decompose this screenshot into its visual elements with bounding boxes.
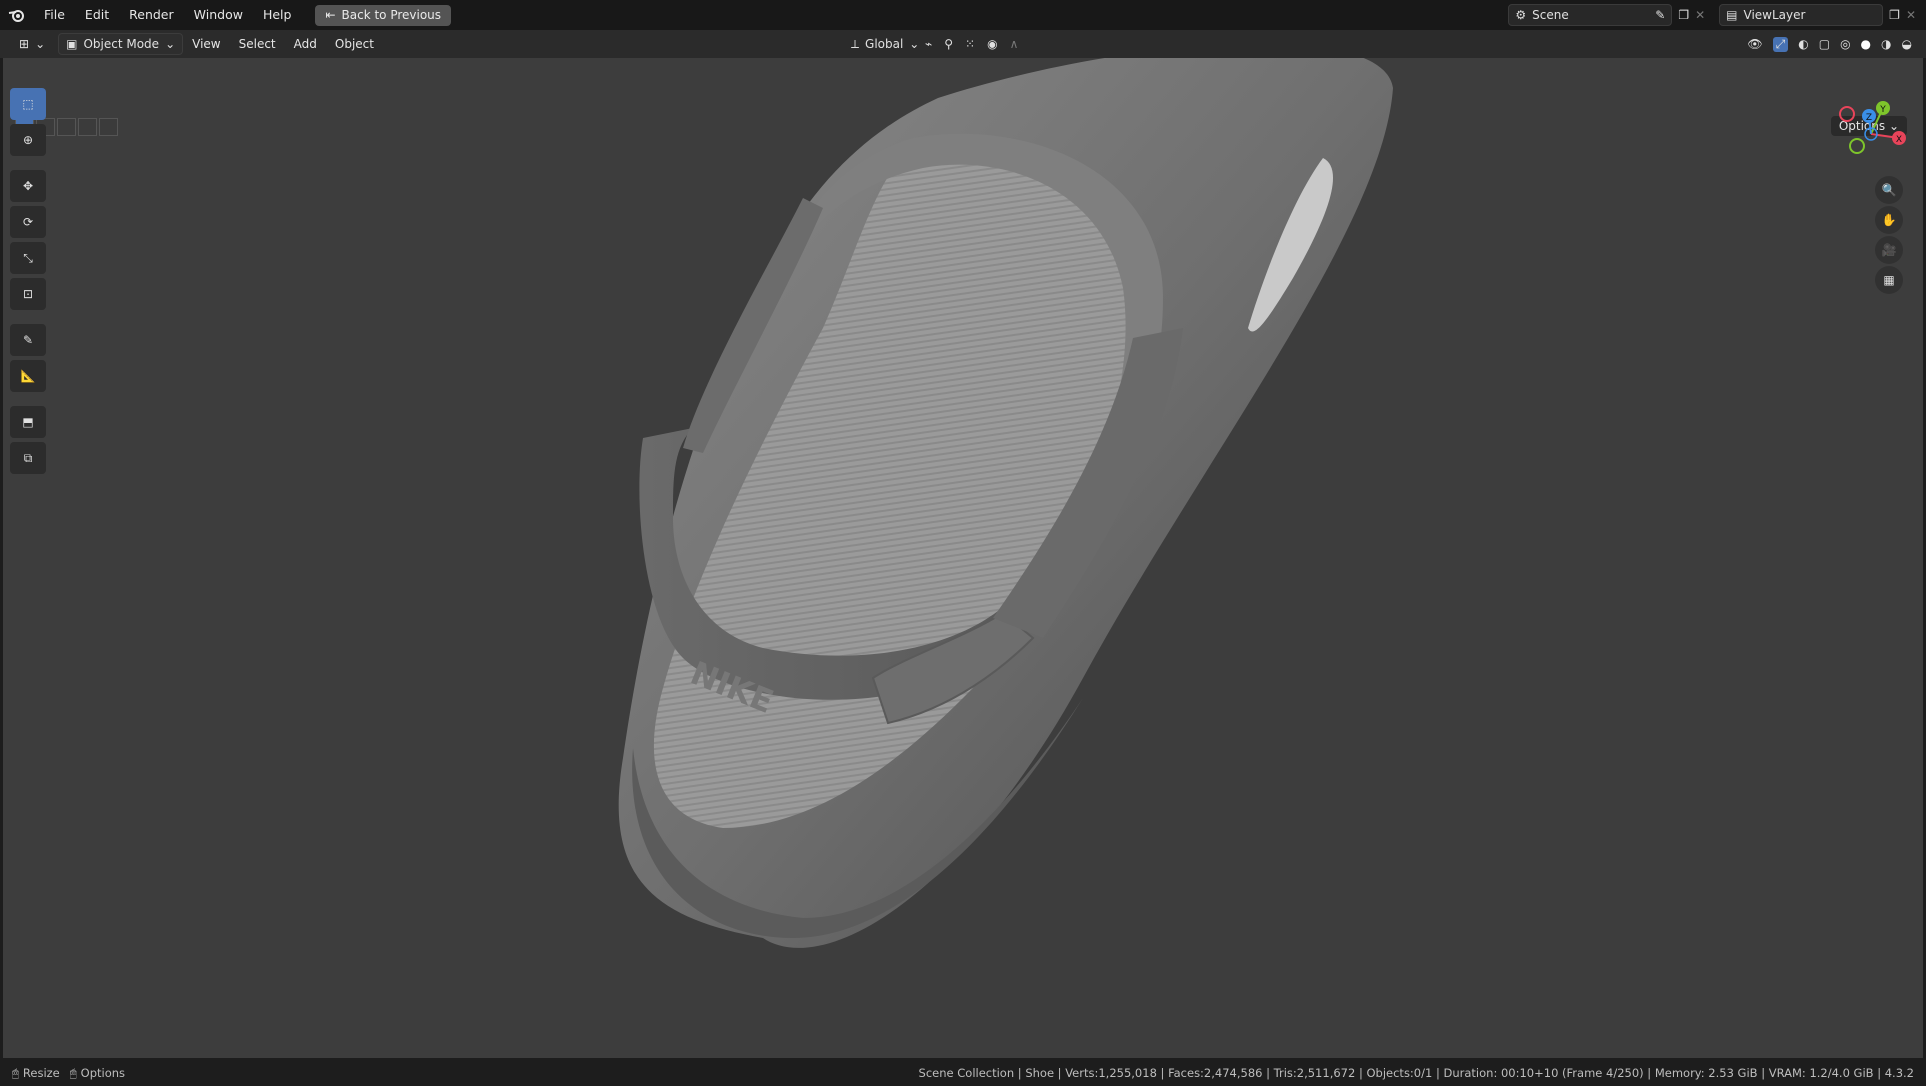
viewlayer-name: ViewLayer xyxy=(1743,8,1806,22)
orientation-icon: ⟂ xyxy=(851,36,860,51)
gizmo-x-label: X xyxy=(1896,135,1902,145)
chevron-down-icon: ⌄ xyxy=(35,37,46,51)
zoom-icon[interactable]: 🔍 xyxy=(1875,176,1903,204)
snapping-controls: ⌁ ⚲ ⁙ ◉ ∧ xyxy=(925,37,1018,51)
solid-shading-icon[interactable]: ● xyxy=(1861,37,1871,51)
top-menu-bar: File Edit Render Window Help ⇤ Back to P… xyxy=(0,0,1926,30)
perspective-grid-icon[interactable]: ▦ xyxy=(1875,266,1903,294)
camera-view-icon[interactable]: 🎥 xyxy=(1875,236,1903,264)
delete-scene-icon[interactable]: ✕ xyxy=(1695,8,1705,22)
gizmo-toggle-icon[interactable]: ⤢ xyxy=(1772,36,1789,52)
menu-help[interactable]: Help xyxy=(253,0,302,30)
pin-icon[interactable]: ✎ xyxy=(1655,8,1665,22)
new-scene-icon[interactable]: ❐ xyxy=(1678,8,1689,22)
xray-icon[interactable]: ▢ xyxy=(1819,37,1830,51)
gizmo-z-label: Z xyxy=(1866,113,1872,123)
mouse-icon: 🖱 xyxy=(69,1065,77,1080)
navigation-gizmo[interactable]: Y Z X xyxy=(1831,96,1911,166)
orientation-label: Global xyxy=(865,37,904,51)
shoe-model: NIKE xyxy=(618,58,1393,948)
transform-tool-icon[interactable]: ⊡ xyxy=(10,278,46,310)
menu-select[interactable]: Select xyxy=(230,30,285,58)
select-intersect-icon[interactable] xyxy=(99,118,118,136)
gizmo-y-label: Y xyxy=(1879,105,1886,115)
annotate-tool-icon[interactable]: ✎ xyxy=(10,324,46,356)
wireframe-shading-icon[interactable]: ◎ xyxy=(1840,37,1850,51)
status-bar: 🖱 Resize 🖱 Options Scene Collection | Sh… xyxy=(0,1060,1926,1086)
mouse-icon: 🖱 xyxy=(12,1065,19,1080)
shading-controls: 👁 ⤢ ◐ ▢ ◎ ● ◑ ◒ xyxy=(1747,36,1912,52)
add-cube-tool-icon[interactable]: ⬒ xyxy=(10,406,46,438)
overlay-icon[interactable]: ◐ xyxy=(1798,37,1808,51)
select-box-tool-icon[interactable]: ⬚ xyxy=(10,88,46,120)
back-icon: ⇤ xyxy=(325,7,336,22)
menu-edit[interactable]: Edit xyxy=(75,0,119,30)
pan-hand-icon[interactable]: ✋ xyxy=(1875,206,1903,234)
menu-render[interactable]: Render xyxy=(119,0,184,30)
snap-grid-icon[interactable]: ⁙ xyxy=(965,37,975,51)
snap-icon[interactable]: ⚲ xyxy=(944,37,953,51)
menu-window[interactable]: Window xyxy=(184,0,253,30)
scale-tool-icon[interactable]: ⤡ xyxy=(10,242,46,274)
falloff-icon[interactable]: ∧ xyxy=(1010,37,1019,51)
transform-orientation-dropdown[interactable]: ⟂ Global ⌄ xyxy=(844,34,926,54)
material-shading-icon[interactable]: ◑ xyxy=(1881,37,1891,51)
scene-name: Scene xyxy=(1532,8,1569,22)
select-invert-icon[interactable] xyxy=(78,118,97,136)
viewlayer-selector[interactable]: ▤ ViewLayer xyxy=(1719,4,1884,26)
editor-type-dropdown[interactable]: ⊞ ⌄ xyxy=(12,34,52,54)
back-to-previous-label: Back to Previous xyxy=(341,7,442,22)
scene-statistics: Scene Collection | Shoe | Verts:1,255,01… xyxy=(918,1066,1914,1080)
3d-viewport[interactable]: NIKE Options ⌄ Y Z X 🔍 ✋ 🎥 ▦ xyxy=(3,58,1923,1058)
scene-icon: ⚙ xyxy=(1515,8,1527,22)
cursor-tool-icon[interactable]: ⊕ xyxy=(10,124,46,156)
object-mode-icon: ▣ xyxy=(66,37,78,51)
delete-viewlayer-icon[interactable]: ✕ xyxy=(1906,8,1916,22)
pivot-icon[interactable]: ⌁ xyxy=(925,37,932,51)
rotate-tool-icon[interactable]: ⟳ xyxy=(10,206,46,238)
scene-selector[interactable]: ⚙ Scene ✎ xyxy=(1508,4,1673,26)
new-viewlayer-icon[interactable]: ❐ xyxy=(1889,8,1900,22)
gizmo-neg-y-icon[interactable] xyxy=(1849,138,1865,154)
tool-shelf: ⬚ ⊕ ✥ ⟳ ⤡ ⊡ ✎ 📐 ⬒ ⧉ xyxy=(10,88,50,474)
gizmo-neg-x-icon[interactable] xyxy=(1839,106,1855,122)
mode-label: Object Mode xyxy=(83,37,160,51)
status-options: Options xyxy=(80,1066,126,1080)
menu-file[interactable]: File xyxy=(34,0,75,30)
scene-controls: ⚙ Scene ✎ ❐ ✕ ▤ ViewLayer ❐ ✕ xyxy=(1508,4,1916,26)
menu-view[interactable]: View xyxy=(183,30,229,58)
measure-tool-icon[interactable]: 📐 xyxy=(10,360,46,392)
editor-type-icon: ⊞ xyxy=(19,37,30,51)
move-tool-icon[interactable]: ✥ xyxy=(10,170,46,202)
add-object-tool-icon[interactable]: ⧉ xyxy=(10,442,46,474)
back-to-previous-button[interactable]: ⇤ Back to Previous xyxy=(315,4,452,26)
blender-logo-icon[interactable] xyxy=(0,0,34,30)
proportional-edit-icon[interactable]: ◉ xyxy=(987,37,997,51)
chevron-down-icon: ⌄ xyxy=(165,37,176,51)
mode-dropdown[interactable]: ▣ Object Mode ⌄ xyxy=(58,33,184,55)
rendered-shading-icon[interactable]: ◒ xyxy=(1902,37,1912,51)
chevron-down-icon: ⌄ xyxy=(909,37,920,51)
viewport-header: ⊞ ⌄ ▣ Object Mode ⌄ View Select Add Objec… xyxy=(0,30,1926,58)
status-resize: Resize xyxy=(22,1066,60,1080)
viewlayer-icon: ▤ xyxy=(1726,8,1738,22)
select-subtract-icon[interactable] xyxy=(57,118,76,136)
menu-object[interactable]: Object xyxy=(326,30,383,58)
visibility-icon[interactable]: 👁 xyxy=(1747,37,1762,51)
menu-add[interactable]: Add xyxy=(285,30,326,58)
